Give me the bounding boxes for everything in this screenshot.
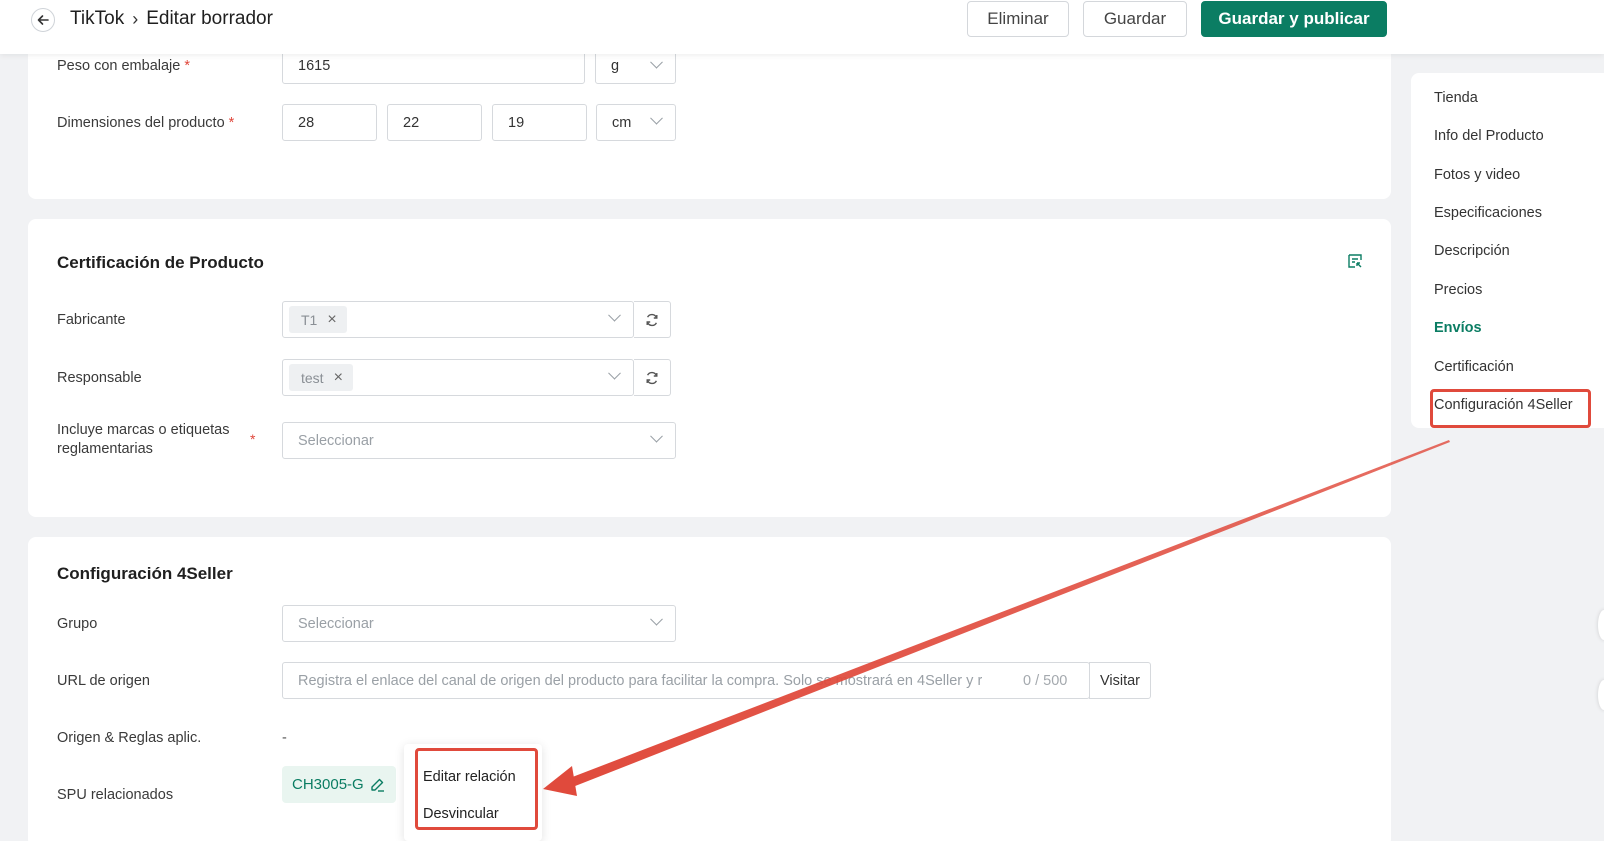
group-label: Grupo: [57, 616, 98, 632]
page-title: Editar borrador: [146, 8, 273, 29]
dimensions-label: Dimensiones del producto *: [57, 115, 235, 131]
chevron-right-icon: ›: [132, 8, 139, 29]
section-nav: Tienda Info del Producto Fotos y video E…: [1411, 73, 1604, 428]
breadcrumb-platform[interactable]: TikTok: [70, 8, 124, 30]
marks-select[interactable]: Seleccionar: [282, 422, 676, 459]
bookmark-edit-icon[interactable]: [1347, 253, 1363, 269]
length-input[interactable]: 28: [282, 104, 377, 141]
url-char-counter: 0 / 500: [1023, 673, 1068, 689]
nav-item-certification[interactable]: Certificación: [1434, 359, 1514, 375]
origin-rules-label: Origen & Reglas aplic.: [57, 730, 202, 746]
scroll-handle[interactable]: [1598, 610, 1604, 640]
refresh-manufacturer-button[interactable]: [634, 301, 671, 338]
refresh-icon: [646, 371, 658, 384]
manufacturer-tag: T1 ×: [289, 306, 347, 333]
certification-title: Certificación de Producto: [57, 253, 264, 272]
scroll-handle[interactable]: [1598, 680, 1604, 710]
delete-button[interactable]: Eliminar: [967, 1, 1069, 37]
chevron-down-icon: [650, 55, 663, 69]
chevron-down-icon: [608, 308, 621, 322]
spu-context-menu: Editar relación Desvincular: [404, 744, 542, 841]
related-spu-chip[interactable]: CH3005-G: [282, 766, 396, 803]
chevron-down-icon: [650, 429, 663, 443]
certification-card: Certificación de Producto Fabricante T1 ×…: [28, 219, 1391, 517]
shipping-card: Peso con embalaje * 1615 g Dimensiones de…: [28, 40, 1391, 199]
nav-item-photos-video[interactable]: Fotos y video: [1434, 167, 1520, 183]
height-input[interactable]: 19: [492, 104, 587, 141]
edit-icon[interactable]: [370, 777, 385, 792]
back-button[interactable]: [31, 8, 55, 32]
marks-label: Incluye marcas o etiquetas reglamentaria…: [57, 422, 230, 457]
chevron-down-icon: [608, 366, 621, 380]
manufacturer-select[interactable]: T1 ×: [282, 301, 634, 338]
chevron-down-icon: [650, 612, 663, 626]
save-and-publish-button[interactable]: Guardar y publicar: [1201, 1, 1387, 37]
refresh-icon: [646, 313, 658, 326]
nav-item-tienda[interactable]: Tienda: [1434, 90, 1478, 106]
edit-relation-menu-item[interactable]: Editar relación: [423, 769, 516, 785]
breadcrumb: TikTok › Editar borrador: [70, 8, 273, 30]
nav-item-4seller-config[interactable]: Configuración 4Seller: [1434, 397, 1573, 413]
unlink-menu-item[interactable]: Desvincular: [423, 806, 499, 822]
visit-button[interactable]: Visitar: [1089, 662, 1151, 699]
top-header: TikTok › Editar borrador Eliminar Guarda…: [0, 0, 1604, 54]
chevron-down-icon: [650, 111, 663, 125]
config-title: Configuración 4Seller: [57, 564, 233, 583]
close-icon[interactable]: ×: [334, 369, 343, 387]
responsible-label: Responsable: [57, 370, 142, 386]
responsible-tag: test ×: [289, 364, 353, 391]
required-marker: *: [250, 431, 256, 447]
arrow-left-icon: [37, 15, 49, 25]
weight-label: Peso con embalaje *: [57, 58, 190, 74]
origin-rules-value: -: [282, 730, 287, 746]
refresh-responsible-button[interactable]: [634, 359, 671, 396]
group-select[interactable]: Seleccionar: [282, 605, 676, 642]
config-card: Configuración 4Seller Grupo Seleccionar …: [28, 537, 1391, 841]
nav-item-product-info[interactable]: Info del Producto: [1434, 128, 1544, 144]
responsible-select[interactable]: test ×: [282, 359, 634, 396]
related-spu-label: SPU relacionados: [57, 787, 174, 803]
nav-item-shipping[interactable]: Envíos: [1434, 320, 1482, 336]
close-icon[interactable]: ×: [327, 311, 336, 329]
save-button[interactable]: Guardar: [1083, 1, 1187, 37]
nav-item-description[interactable]: Descripción: [1434, 243, 1510, 259]
manufacturer-label: Fabricante: [57, 312, 126, 328]
nav-item-specifications[interactable]: Especificaciones: [1434, 205, 1542, 221]
spu-code: CH3005-G: [292, 776, 364, 793]
nav-item-prices[interactable]: Precios: [1434, 282, 1482, 298]
source-url-label: URL de origen: [57, 673, 150, 689]
width-input[interactable]: 22: [387, 104, 482, 141]
dimension-unit-select[interactable]: cm: [596, 104, 676, 141]
source-url-input[interactable]: Registra el enlace del canal de origen d…: [282, 662, 1090, 699]
